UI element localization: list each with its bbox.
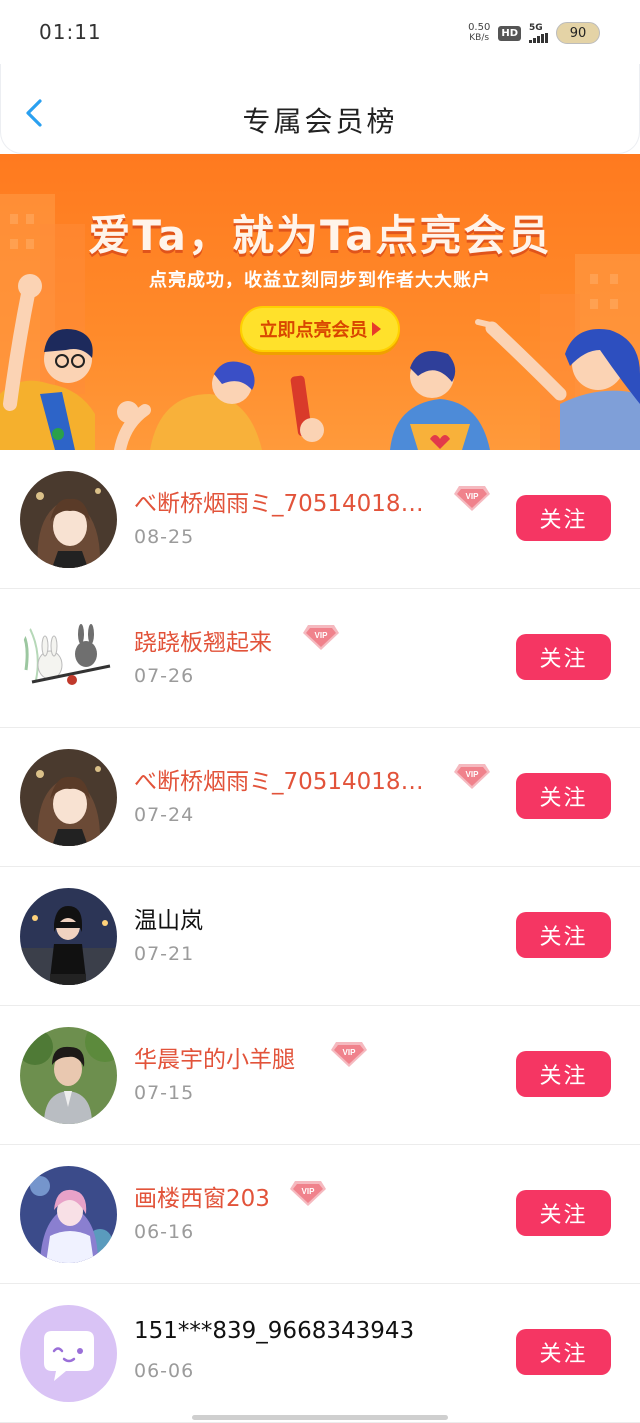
vip-diamond-icon: VIP — [454, 486, 490, 511]
light-up-member-button[interactable]: 立即点亮会员 — [240, 306, 400, 352]
member-list: べ断桥烟雨ミ_70514018… VIP 08-25 关注 跷跷板翘起来 VIP… — [0, 450, 640, 1423]
svg-text:VIP: VIP — [343, 1048, 357, 1057]
member-date: 07-21 — [134, 943, 195, 965]
follow-button[interactable]: 关注 — [516, 495, 611, 541]
signal-bars — [529, 32, 548, 43]
member-row[interactable]: 温山岚 07-21 关注 — [0, 867, 640, 1006]
member-date: 07-26 — [134, 665, 195, 687]
member-date: 06-06 — [134, 1360, 195, 1382]
night-street-girl-avatar[interactable] — [20, 888, 117, 985]
member-name[interactable]: 跷跷板翘起来 — [134, 623, 272, 657]
member-row[interactable]: べ断桥烟雨ミ_70514018… VIP 07-24 关注 — [0, 728, 640, 867]
network-speed: 0.50 KB/s — [468, 22, 491, 44]
signal-label: 5G — [529, 22, 543, 33]
light-up-member-label: 立即点亮会员 — [259, 320, 368, 341]
svg-text:VIP: VIP — [302, 1187, 316, 1196]
member-row[interactable]: べ断桥烟雨ミ_70514018… VIP 08-25 关注 — [0, 450, 640, 589]
play-arrow-icon — [371, 322, 381, 336]
battery-level: 90 — [569, 25, 587, 41]
member-date: 06-16 — [134, 1221, 195, 1243]
member-date: 07-15 — [134, 1082, 195, 1104]
banner-headline: 爱Ta，就为Ta点亮会员 — [88, 211, 552, 260]
member-date: 07-24 — [134, 804, 195, 826]
nav-bar: 专属会员榜 — [0, 64, 640, 154]
status-indicators: 0.50 KB/s HD 5G 90 — [468, 20, 600, 46]
follow-button[interactable]: 关注 — [516, 634, 611, 680]
home-indicator[interactable] — [192, 1415, 448, 1420]
network-speed-unit: KB/s — [469, 33, 490, 43]
battery-icon: 90 — [556, 22, 600, 44]
member-name[interactable]: 华晨宇的小羊腿 — [134, 1040, 295, 1074]
follow-button[interactable]: 关注 — [516, 1190, 611, 1236]
vip-diamond-icon: VIP — [303, 625, 339, 650]
status-time: 01:11 — [39, 20, 102, 44]
network-speed-value: 0.50 — [468, 22, 491, 33]
anime-girl-avatar[interactable] — [20, 471, 117, 568]
member-name[interactable]: 画楼西窗203 — [134, 1179, 270, 1213]
follow-button[interactable]: 关注 — [516, 912, 611, 958]
follow-button[interactable]: 关注 — [516, 773, 611, 819]
member-name[interactable]: べ断桥烟雨ミ_70514018… — [134, 484, 424, 518]
svg-text:VIP: VIP — [466, 770, 480, 779]
promo-banner[interactable]: 爱Ta，就为Ta点亮会员 点亮成功，收益立刻同步到作者大大账户 立即点亮会员 — [0, 154, 640, 450]
member-date: 08-25 — [134, 526, 195, 548]
banner-illustration — [0, 194, 640, 450]
default-chat-avatar[interactable] — [20, 1305, 117, 1402]
follow-button[interactable]: 关注 — [516, 1051, 611, 1097]
vip-diamond-icon: VIP — [331, 1042, 367, 1067]
member-row[interactable]: 跷跷板翘起来 VIP 07-26 关注 — [0, 589, 640, 728]
anime-girl-avatar[interactable] — [20, 749, 117, 846]
anime-art-avatar[interactable] — [20, 1166, 117, 1263]
status-bar: 01:11 0.50 KB/s HD 5G 90 — [0, 0, 640, 64]
follow-button[interactable]: 关注 — [516, 1329, 611, 1375]
svg-text:VIP: VIP — [466, 492, 480, 501]
vip-diamond-icon: VIP — [290, 1181, 326, 1206]
member-name[interactable]: べ断桥烟雨ミ_70514018… — [134, 762, 424, 796]
member-name[interactable]: 温山岚 — [134, 901, 203, 935]
member-row[interactable]: 华晨宇的小羊腿 VIP 07-15 关注 — [0, 1006, 640, 1145]
page-title: 专属会员榜 — [242, 105, 398, 138]
member-name[interactable]: 151***839_9668343943 — [134, 1318, 414, 1344]
boy-photo-avatar[interactable] — [20, 1027, 117, 1124]
member-row[interactable]: 画楼西窗203 VIP 06-16 关注 — [0, 1145, 640, 1284]
member-row[interactable]: 151***839_9668343943 06-06 关注 — [0, 1284, 640, 1423]
hd-icon: HD — [498, 25, 521, 41]
banner-subtitle: 点亮成功，收益立刻同步到作者大大账户 — [149, 270, 491, 291]
vip-diamond-icon: VIP — [454, 764, 490, 789]
rabbits-seesaw-avatar[interactable] — [20, 610, 117, 707]
signal-icon: 5G — [529, 22, 548, 43]
svg-text:VIP: VIP — [315, 631, 329, 640]
